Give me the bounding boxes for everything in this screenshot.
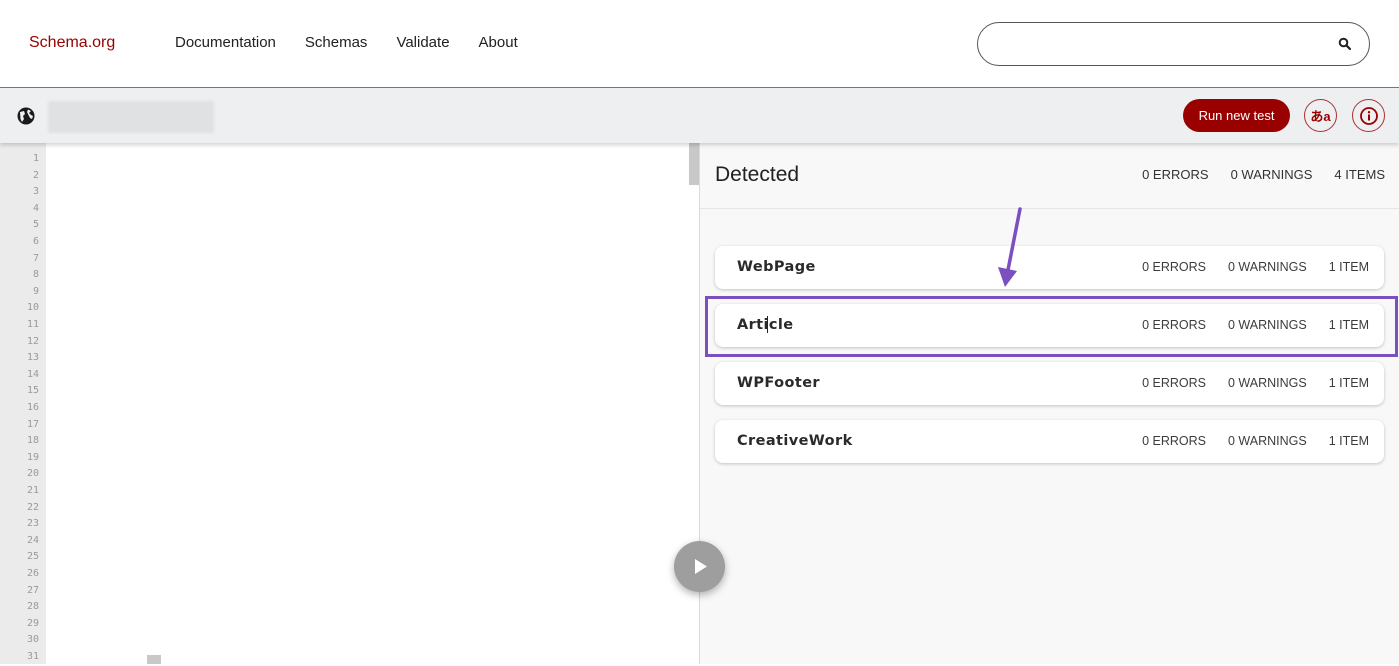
card-items: 1 ITEM: [1328, 318, 1369, 332]
line-number: 14: [26, 368, 39, 380]
card-type-name: CreativeWork: [737, 433, 853, 449]
line-number: 29: [26, 617, 39, 629]
line-number: 9: [32, 285, 39, 297]
site-header: Schema.org Documentation Schemas Validat…: [0, 0, 1399, 88]
validator-toolbar: Run new test あa: [0, 88, 1399, 143]
line-number: 22: [26, 501, 39, 513]
main-nav: Documentation Schemas Validate About: [175, 34, 547, 51]
line-number: 17: [26, 418, 39, 430]
line-number: 2: [32, 169, 39, 181]
line-number: 3: [32, 186, 39, 198]
summary-errors: 0 ERRORS: [1142, 167, 1209, 182]
card-warnings: 0 WARNINGS: [1227, 376, 1307, 390]
line-number: 21: [26, 485, 39, 496]
detected-title: Detected: [715, 163, 800, 186]
summary-items: 4 ITEMS: [1334, 167, 1385, 182]
card-type-name: Article: [737, 317, 794, 333]
line-number: 25: [26, 551, 39, 563]
line-number: 13: [26, 352, 39, 364]
line-number: 23: [26, 518, 39, 530]
info-button[interactable]: [1352, 99, 1385, 132]
nav-about[interactable]: About: [479, 34, 518, 51]
globe-icon: [17, 107, 35, 125]
editor-horizontal-scrollbar[interactable]: [147, 655, 161, 664]
search-icon[interactable]: [1338, 37, 1352, 51]
line-number: 30: [26, 634, 39, 646]
line-number: 18: [26, 435, 39, 447]
card-errors: 0 ERRORS: [1142, 318, 1206, 332]
nav-validate[interactable]: Validate: [396, 34, 449, 51]
card-items: 1 ITEM: [1328, 376, 1369, 390]
nav-schemas[interactable]: Schemas: [305, 34, 368, 51]
play-icon: [695, 559, 707, 574]
text-cursor: [767, 316, 768, 333]
card-type-name: WPFooter: [737, 375, 820, 391]
line-number: 26: [26, 568, 39, 579]
result-card-webpage[interactable]: WebPage 0 ERRORS 0 WARNINGS 1 ITEM: [715, 246, 1384, 289]
line-number: 6: [32, 236, 39, 247]
editor-vertical-scrollbar[interactable]: [689, 143, 699, 185]
card-errors: 0 ERRORS: [1142, 434, 1206, 448]
card-stats: 0 ERRORS 0 WARNINGS 1 ITEM: [1120, 318, 1369, 332]
language-toggle-button[interactable]: あa: [1304, 99, 1337, 132]
card-warnings: 0 WARNINGS: [1227, 260, 1307, 274]
card-items: 1 ITEM: [1328, 434, 1369, 448]
card-errors: 0 ERRORS: [1142, 376, 1206, 390]
line-number: 5: [32, 219, 39, 231]
card-type-name: WebPage: [737, 259, 816, 275]
run-new-test-button[interactable]: Run new test: [1183, 99, 1290, 132]
card-errors: 0 ERRORS: [1142, 260, 1206, 274]
line-number-gutter: 1 2 3 4 5 6 7 8 9 10 11 12 13 14 15 16 17 18 19 20 21 22 23 24 2…: [0, 143, 46, 664]
card-stats: 0 ERRORS 0 WARNINGS 1 ITEM: [1120, 434, 1369, 448]
card-warnings: 0 WARNINGS: [1227, 434, 1307, 448]
line-number: 4: [32, 202, 39, 214]
line-number: 28: [26, 601, 39, 613]
line-number: 24: [26, 534, 39, 546]
card-stats: 0 ERRORS 0 WARNINGS 1 ITEM: [1120, 260, 1369, 274]
card-items: 1 ITEM: [1328, 260, 1369, 274]
results-panel: Detected 0 ERRORS 0 WARNINGS 4 ITEMS Web…: [700, 143, 1399, 664]
line-number: 20: [26, 468, 39, 480]
line-number: 12: [26, 335, 39, 347]
validate-play-button[interactable]: [674, 541, 725, 592]
result-card-wpfooter[interactable]: WPFooter 0 ERRORS 0 WARNINGS 1 ITEM: [715, 362, 1384, 405]
line-number: 1: [32, 153, 39, 164]
line-number: 11: [26, 319, 39, 330]
result-card-article[interactable]: Article 0 ERRORS 0 WARNINGS 1 ITEM: [715, 304, 1384, 347]
line-number: 19: [26, 451, 39, 463]
results-summary: 0 ERRORS 0 WARNINGS 4 ITEMS: [1120, 167, 1385, 182]
line-number: 15: [26, 385, 39, 397]
search-box: [977, 22, 1370, 66]
url-field-redacted[interactable]: [48, 101, 214, 133]
line-number: 16: [26, 402, 39, 413]
results-header: Detected 0 ERRORS 0 WARNINGS 4 ITEMS: [700, 143, 1399, 209]
line-number: 10: [26, 302, 39, 314]
line-number: 31: [26, 651, 39, 662]
card-warnings: 0 WARNINGS: [1227, 318, 1307, 332]
nav-documentation[interactable]: Documentation: [175, 34, 276, 51]
line-number: 27: [26, 584, 39, 596]
code-editor[interactable]: 1 2 3 4 5 6 7 8 9 10 11 12 13 14 15 16 17 18 19 20 21 22 23 24 2…: [0, 143, 699, 664]
brand-logo-link[interactable]: Schema.org: [29, 34, 115, 52]
summary-warnings: 0 WARNINGS: [1230, 167, 1313, 182]
line-number: 7: [32, 252, 39, 264]
result-card-creativework[interactable]: CreativeWork 0 ERRORS 0 WARNINGS 1 ITEM: [715, 420, 1384, 463]
search-input[interactable]: [996, 33, 1326, 55]
line-number: 8: [32, 269, 39, 281]
card-stats: 0 ERRORS 0 WARNINGS 1 ITEM: [1120, 376, 1369, 390]
info-icon: [1359, 106, 1378, 125]
